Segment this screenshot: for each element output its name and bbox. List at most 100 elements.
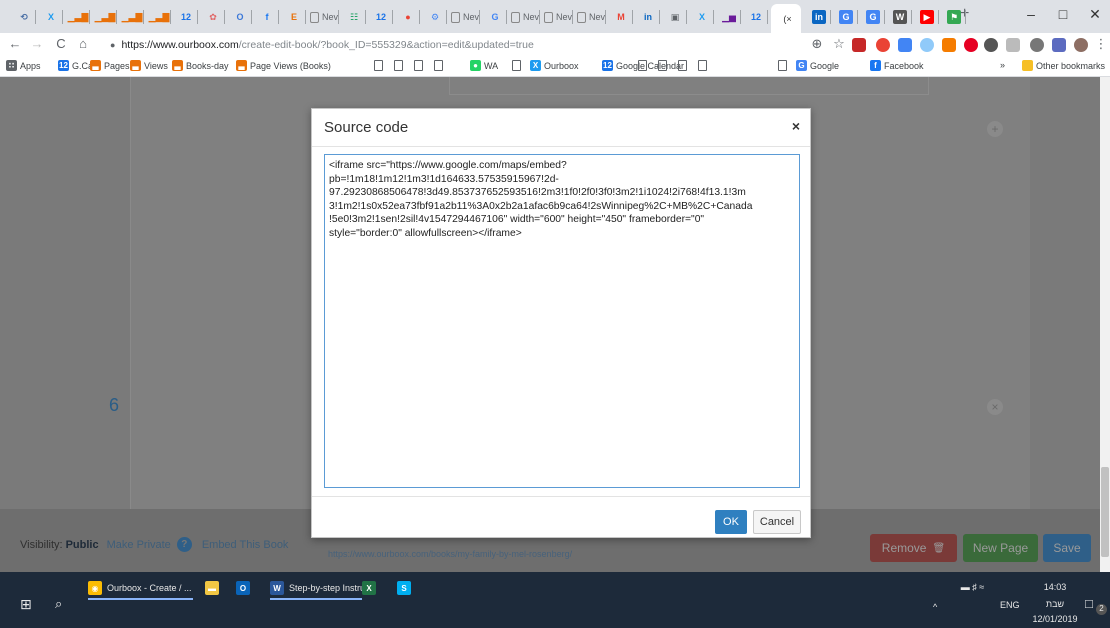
bookmark-item[interactable] [638,60,649,71]
bookmark-item[interactable] [658,60,669,71]
new-page-button[interactable]: New Page [963,534,1038,562]
clock-time[interactable]: 14:03 [1035,582,1075,592]
tray-icons[interactable]: ▬ ♯ ≈ [950,582,995,592]
browser-tab[interactable]: ▣ [663,6,687,28]
browser-tab[interactable]: G [483,6,507,28]
bookmark-item[interactable]: X Ourboox [530,60,579,71]
zoom-icon[interactable]: ⊕ [808,36,826,52]
taskbar-app-button[interactable]: W Step-by-step Instru... [270,578,373,598]
extension-circle-icon[interactable] [876,38,890,52]
bookmark-item[interactable]: ● WA [470,60,498,71]
bookmark-item[interactable] [778,60,789,71]
taskbar-app-button[interactable]: O [236,578,255,598]
bookmark-item[interactable] [414,60,425,71]
more-bookmarks-button[interactable]: » [1000,60,1005,70]
gmail-extension-icon[interactable] [852,38,866,52]
taskbar-app-button[interactable]: S [397,578,416,598]
reload-button[interactable]: C [52,36,70,51]
browser-tab[interactable]: ▁▃▇ [66,6,90,28]
other-bookmarks-folder[interactable]: Other bookmarks [1022,60,1105,71]
browser-tab[interactable]: Nev [510,6,540,28]
embed-book-link[interactable]: Embed This Book [202,539,289,551]
browser-tab[interactable]: G [834,6,858,28]
pinterest-extension-icon[interactable] [964,38,978,52]
back-button[interactable]: ← [6,36,24,51]
forward-button[interactable]: → [28,36,46,51]
tab-close-icon[interactable]: (× [783,14,791,24]
cancel-button[interactable]: Cancel [753,510,801,534]
browser-tab[interactable]: ▶ [915,6,939,28]
browser-tab[interactable]: 12 [174,6,198,28]
browser-tab[interactable]: ● [396,6,420,28]
bookmark-item[interactable]: ▃ Books-day [172,60,229,71]
bookmark-item[interactable]: ∷ Apps [6,60,41,71]
browser-tab[interactable]: ▁▃▇ [93,6,117,28]
bookmark-item[interactable]: f Facebook [870,60,924,71]
browser-tab[interactable]: E [282,6,306,28]
browser-tab[interactable]: ▁▅ [717,6,741,28]
remove-button[interactable]: Remove 🗑 [870,534,957,562]
browser-tab[interactable]: G [861,6,885,28]
extension-icon[interactable] [1052,38,1066,52]
close-icon[interactable]: × [792,118,800,134]
browser-tab[interactable]: ⚑ [942,6,966,28]
close-icon[interactable]: × [987,399,1003,415]
bookmark-item[interactable]: G Google [796,60,839,71]
bookmark-item[interactable]: ▃ Views [130,60,168,71]
language-indicator[interactable]: ENG [1000,600,1020,610]
active-browser-tab[interactable]: (× [771,4,801,33]
browser-tab[interactable]: 12 [369,6,393,28]
bookmark-item[interactable] [394,60,405,71]
browser-tab[interactable]: X [39,6,63,28]
close-window-button[interactable]: ✕ [1080,6,1110,23]
off-extension-icon[interactable] [942,38,956,52]
search-icon[interactable]: ⌕ [55,594,62,614]
browser-tab[interactable]: f [255,6,279,28]
home-button[interactable]: ⌂ [74,36,92,51]
notifications-icon[interactable]: □ [1085,596,1093,611]
browser-tab[interactable]: ⟲ [12,6,36,28]
help-icon[interactable]: ? [176,537,192,552]
browser-tab[interactable]: W [888,6,912,28]
bookmark-item[interactable] [374,60,385,71]
maximize-button[interactable]: □ [1048,6,1078,22]
browser-tab[interactable]: Nev [576,6,606,28]
bookmark-item[interactable]: ▃ Page Views (Books) [236,60,331,71]
bookmark-item[interactable] [698,60,709,71]
browser-tab[interactable]: ▁▃▇ [147,6,171,28]
taskbar-app-button[interactable]: ▬ [205,578,224,598]
browser-tab[interactable]: in [807,6,831,28]
taskbar-app-button[interactable]: X [362,578,381,598]
browser-tab[interactable]: ⚙ [423,6,447,28]
browser-tab[interactable]: in [636,6,660,28]
profile-avatar[interactable] [1074,38,1088,52]
extension-icon[interactable] [898,38,912,52]
minimize-button[interactable]: – [1016,6,1046,22]
browser-tab[interactable]: Nev [543,6,573,28]
browser-tab[interactable]: 12 [744,6,768,28]
bookmark-item[interactable]: ▃ Pages [90,60,130,71]
source-code-textarea[interactable]: <iframe src="https://www.google.com/maps… [324,154,800,488]
browser-menu-icon[interactable]: ⋮ [1092,36,1110,52]
pin-extension-icon[interactable] [984,38,998,52]
bookmark-item[interactable] [512,60,523,71]
book-url-link[interactable]: https://www.ourboox.com/books/my-family-… [328,549,572,559]
make-private-link[interactable]: Make Private [107,539,171,551]
browser-tab[interactable]: Nev [450,6,480,28]
extension-icon[interactable] [1030,38,1044,52]
taskbar-app-button[interactable]: ◉ Ourboox - Create / ... [88,578,192,598]
browser-tab[interactable]: ☷ [342,6,366,28]
browser-tab[interactable]: Nev [309,6,339,28]
start-button[interactable]: ⊞ [20,594,32,614]
page-scrollbar[interactable] [1100,77,1110,572]
address-bar[interactable]: ● https://www.ourboox.com/create-edit-bo… [110,35,830,55]
add-icon[interactable]: + [987,121,1003,137]
browser-tab[interactable]: O [228,6,252,28]
browser-tab[interactable]: ▁▃▇ [120,6,144,28]
browser-tab[interactable]: X [690,6,714,28]
scrollbar-thumb[interactable] [1101,467,1109,557]
extension-icon[interactable] [1006,38,1020,52]
bookmark-item[interactable] [678,60,689,71]
bookmark-star-icon[interactable]: ☆ [830,36,848,52]
tray-caret-icon[interactable]: ^ [933,602,937,612]
